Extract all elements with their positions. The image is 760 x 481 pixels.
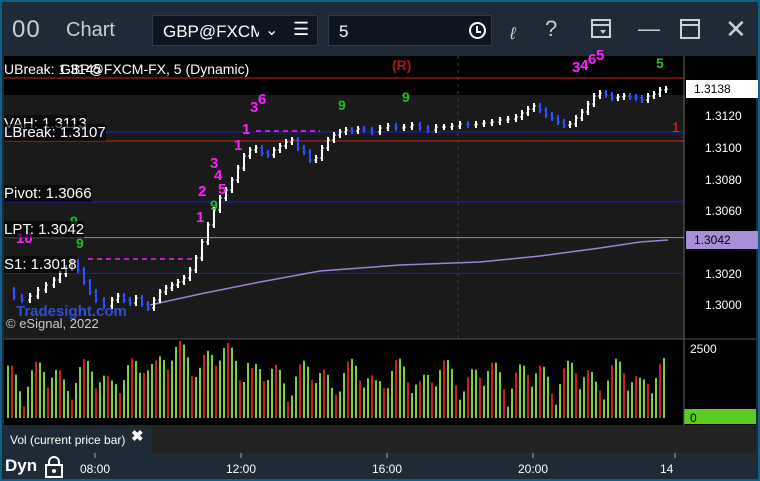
dyn-toggle[interactable]: Dyn	[5, 456, 37, 476]
level-label: LBreak: 1.3107	[4, 123, 106, 141]
right-count-label: 1	[672, 119, 680, 135]
level-label: Pivot: 1.3066	[4, 184, 92, 202]
dyn-label: Dyn	[5, 456, 38, 475]
count-marker: 3	[210, 155, 218, 172]
time-axis-tick: 12:00	[226, 462, 257, 476]
price-axis-tick: 1.3100	[705, 141, 742, 155]
time-axis-tick: 08:00	[80, 462, 111, 476]
count-marker: 2	[198, 183, 206, 200]
volume-axis-tick: 2500	[690, 342, 717, 356]
time-axis-tick: 14	[660, 462, 674, 476]
last-price-tag: 1.3138	[686, 80, 758, 98]
count-marker: 1	[234, 137, 242, 154]
price-axis-tick: 1.3080	[705, 173, 742, 187]
price-axis-bg	[684, 56, 756, 339]
count-marker: 9	[402, 89, 410, 105]
count-marker: 1	[196, 209, 204, 226]
time-axis-tick: 20:00	[518, 462, 549, 476]
lock-icon[interactable]	[44, 456, 64, 481]
lpt-price-tag: 1.3042	[686, 231, 758, 249]
copyright-watermark: © eSignal, 2022	[6, 316, 99, 331]
legend-close-icon[interactable]: ✖	[131, 427, 144, 445]
volume-legend: Vol (current price bar)	[10, 433, 126, 447]
r-label: (R)	[392, 57, 412, 73]
price-axis-tick: 1.3000	[705, 298, 742, 312]
time-axis-tick: 16:00	[372, 462, 403, 476]
price-axis-tick: 1.3120	[705, 109, 742, 123]
price-axis-tick: 1.3020	[705, 267, 742, 281]
count-marker: 1	[242, 121, 250, 138]
count-marker: 5	[596, 47, 604, 64]
count-marker: 9	[210, 197, 218, 213]
footer-strip	[152, 425, 756, 453]
count-marker: 9	[338, 97, 346, 113]
count-marker: 5	[656, 55, 664, 71]
volume-axis-tick: 0	[690, 411, 697, 425]
count-marker: 6	[258, 91, 266, 108]
level-label: S1: 1.3018	[4, 256, 77, 274]
price-axis-tick: 1.3060	[705, 204, 742, 218]
level-label: LPT: 1.3042	[4, 220, 85, 238]
chart-info-label: GBP@FXCM-FX, 5 (Dynamic)	[60, 61, 250, 77]
